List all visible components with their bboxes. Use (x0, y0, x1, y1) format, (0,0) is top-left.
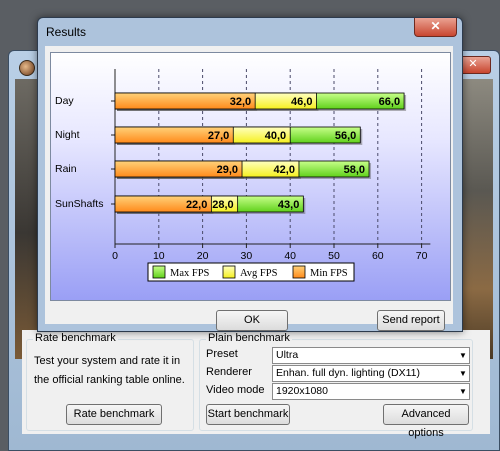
data-label: 32,0 (230, 96, 251, 108)
category-label: Day (55, 95, 74, 107)
video-mode-label: Video mode (206, 384, 265, 396)
x-tick-label: 40 (284, 250, 296, 262)
x-tick-label: 70 (416, 250, 428, 262)
preset-select[interactable]: Ultra ▼ (272, 347, 470, 364)
preset-value: Ultra (276, 349, 299, 361)
legend-label: Max FPS (170, 268, 210, 279)
fps-chart: 0 10 20 30 40 50 60 70 Day 66,0 46,0 32,0 Night 56,0 4… (55, 69, 431, 282)
results-dialog-close-button[interactable]: ✕ (414, 18, 457, 37)
start-benchmark-button[interactable]: Start benchmark (206, 404, 290, 425)
data-label: 56,0 (335, 130, 356, 142)
x-tick-label: 30 (241, 250, 253, 262)
x-tick-label: 10 (153, 250, 165, 262)
send-report-button[interactable]: Send report (377, 310, 445, 331)
results-dialog-title: Results (46, 25, 87, 39)
renderer-label: Renderer (206, 366, 252, 378)
x-tick-label: 0 (112, 250, 118, 262)
data-label: 42,0 (274, 164, 295, 176)
renderer-select[interactable]: Enhan. full dyn. lighting (DX11) ▼ (272, 365, 470, 382)
data-label: 28,0 (212, 199, 233, 211)
rate-benchmark-title: Rate benchmark (33, 332, 118, 344)
plain-benchmark-title: Plain benchmark (206, 332, 292, 344)
legend-swatch (152, 265, 166, 279)
background-image-right (459, 79, 493, 359)
plain-benchmark-group: Plain benchmark Preset Ultra ▼ Renderer … (199, 332, 473, 439)
data-label: 58,0 (344, 164, 365, 176)
data-label: 27,0 (208, 130, 229, 142)
video-mode-value: 1920x1080 (276, 385, 328, 397)
data-label: 29,0 (217, 164, 238, 176)
x-tick-label: 50 (328, 250, 340, 262)
rate-benchmark-description: Test your system and rate it in the offi… (34, 355, 185, 386)
category-label: Rain (55, 163, 77, 175)
rate-benchmark-group: Rate benchmark Test your system and rate… (26, 332, 194, 431)
results-dialog: Results ✕ 0 10 20 30 40 50 60 70 Day 66,0 46,0 32,0… (37, 17, 463, 332)
x-tick-label: 60 (372, 250, 384, 262)
ok-button[interactable]: OK (216, 310, 288, 331)
data-label: 46,0 (291, 96, 312, 108)
x-tick-label: 20 (197, 250, 209, 262)
legend-swatch (222, 265, 236, 279)
renderer-value: Enhan. full dyn. lighting (DX11) (276, 367, 420, 379)
data-label: 22,0 (186, 199, 207, 211)
chevron-down-icon: ▼ (459, 387, 467, 396)
data-label: 43,0 (278, 199, 299, 211)
chevron-down-icon: ▼ (459, 351, 467, 360)
fps-chart-area: 0 10 20 30 40 50 60 70 Day 66,0 46,0 32,0 Night 56,0 4… (50, 52, 451, 301)
advanced-options-button[interactable]: Advanced options (383, 404, 469, 439)
rate-benchmark-button[interactable]: Rate benchmark (66, 404, 162, 425)
legend-label: Min FPS (310, 268, 348, 279)
app-logo-icon (19, 60, 35, 76)
category-label: SunShafts (55, 198, 103, 210)
data-label: 66,0 (379, 96, 400, 108)
background-image-left (15, 79, 37, 359)
legend-swatch (292, 265, 306, 279)
legend-label: Avg FPS (240, 268, 278, 279)
chevron-down-icon: ▼ (459, 369, 467, 378)
preset-label: Preset (206, 348, 238, 360)
data-label: 40,0 (265, 130, 286, 142)
category-label: Night (55, 129, 80, 141)
video-mode-select[interactable]: 1920x1080 ▼ (272, 383, 470, 400)
